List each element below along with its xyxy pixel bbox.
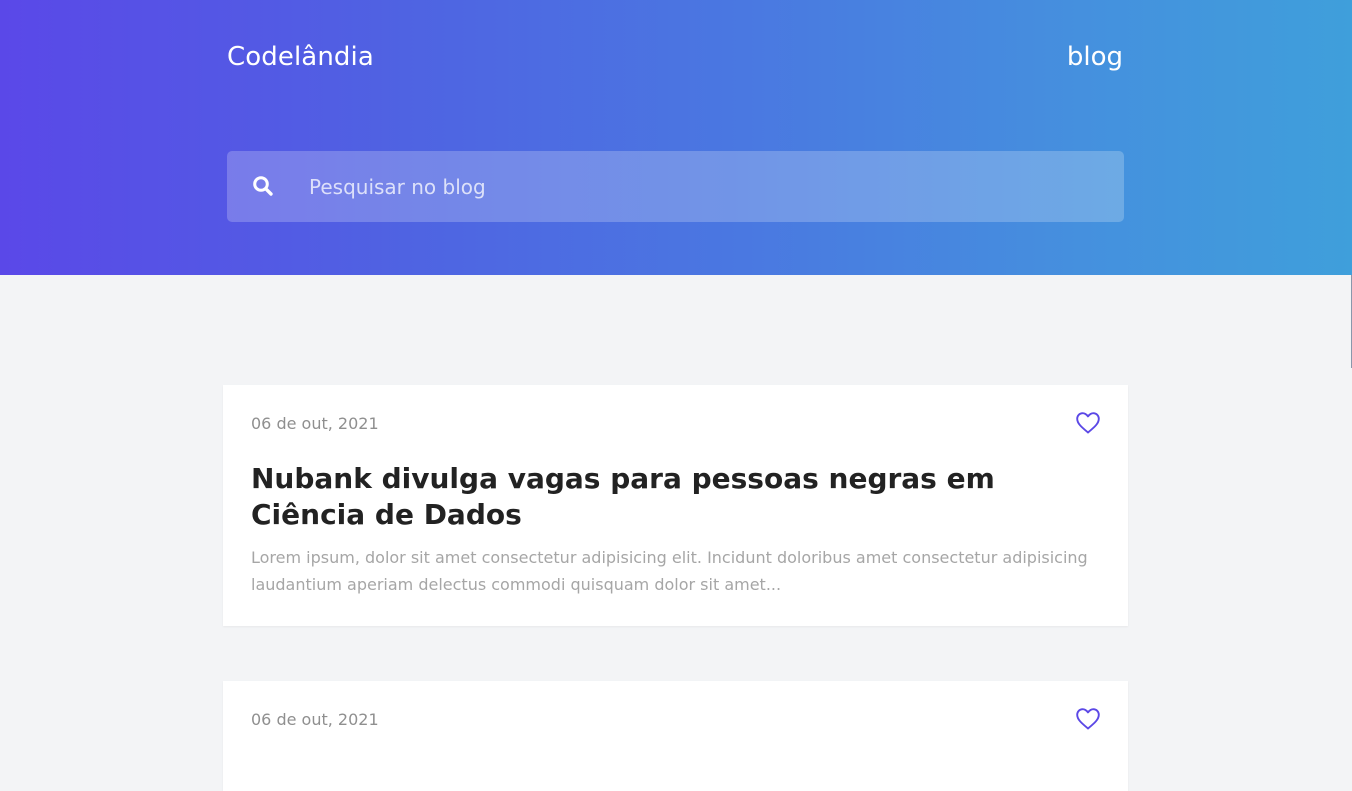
post-excerpt: Lorem ipsum, dolor sit amet consectetur … (251, 548, 1088, 594)
heart-icon[interactable] (1075, 707, 1101, 731)
heart-icon[interactable] (1075, 411, 1101, 435)
blog-header: Codelândia blog (0, 0, 1352, 275)
search-bar[interactable] (227, 151, 1124, 222)
post-title[interactable]: Nubank divulga vagas para pessoas negras… (251, 461, 1091, 533)
post-date: 06 de out, 2021 (251, 414, 379, 433)
post-card[interactable]: 06 de out, 2021 (223, 681, 1128, 791)
post-card[interactable]: 06 de out, 2021 Nubank divulga vagas par… (223, 385, 1128, 626)
blog-nav-link[interactable]: blog (1067, 40, 1123, 74)
post-date: 06 de out, 2021 (251, 710, 379, 729)
search-input[interactable] (295, 151, 1115, 222)
site-logo-text[interactable]: Codelândia (227, 40, 374, 74)
search-icon[interactable] (251, 174, 275, 198)
